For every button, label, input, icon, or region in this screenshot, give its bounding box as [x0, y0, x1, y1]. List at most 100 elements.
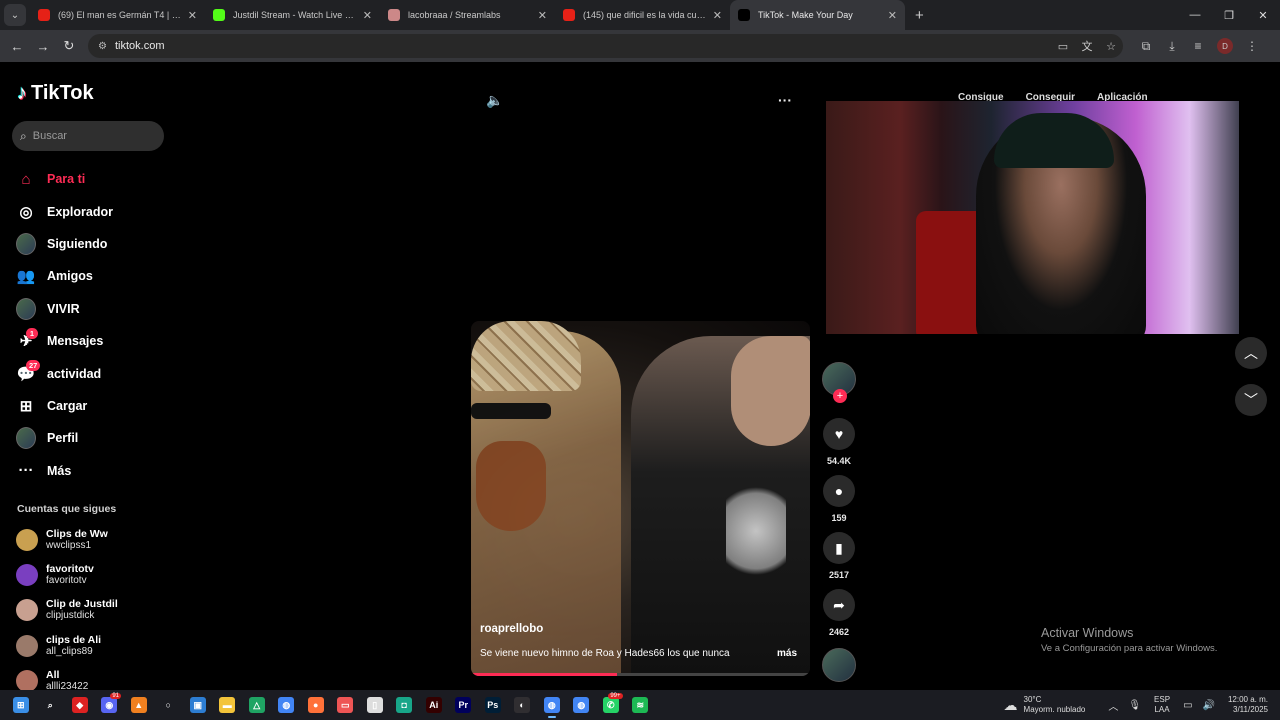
share-icon[interactable]: ➦	[823, 589, 855, 621]
url-text[interactable]: tiktok.com	[115, 40, 1051, 52]
maximize-icon[interactable]: ❐	[1212, 0, 1246, 30]
taskbar-app[interactable]: ◍	[272, 690, 302, 720]
tab-list: (69) El man es Germán T4 | Capítul✕Justd…	[30, 0, 905, 30]
back-icon[interactable]: ←	[4, 39, 30, 54]
taskbar-app[interactable]: ▭	[331, 690, 361, 720]
show-hidden-icons[interactable]: ︿	[1108, 698, 1118, 713]
download-icon[interactable]: ⤓	[1159, 39, 1185, 54]
minimize-icon[interactable]: —	[1178, 0, 1212, 30]
forward-icon[interactable]: →	[30, 39, 56, 54]
browser-tab[interactable]: (69) El man es Germán T4 | Capítul ✕	[30, 0, 205, 30]
taskbar-app[interactable]: ○	[154, 690, 184, 720]
weather-widget[interactable]: ☁ 30°C Mayorm. nublado	[1004, 695, 1086, 715]
profile-avatar[interactable]: D	[1217, 38, 1233, 54]
browser-menu-icon[interactable]: ⋮	[1239, 39, 1265, 53]
video-author[interactable]: roaprellobo	[480, 623, 543, 635]
sound-avatar[interactable]	[822, 648, 856, 682]
browser-tab[interactable]: (145) que dificil es la vida cuando ✕	[555, 0, 730, 30]
taskbar-app[interactable]: Ps	[478, 690, 508, 720]
tab-title: TikTok - Make Your Day	[758, 10, 853, 20]
taskbar-app[interactable]: ⊞	[6, 690, 36, 720]
sidebar-item-para-ti[interactable]: ⌂ Para ti	[16, 163, 113, 195]
sidebar-item-siguiendo[interactable]: Siguiendo	[16, 228, 113, 260]
heart-icon[interactable]: ♥	[823, 418, 855, 450]
taskbar-app[interactable]: ◍	[567, 690, 597, 720]
media-controls-icon[interactable]: ≡	[1185, 39, 1211, 53]
next-video-button[interactable]: ﹀	[1235, 384, 1267, 416]
taskbar-app[interactable]: ◆	[65, 690, 95, 720]
sidebar-item-explorador[interactable]: ◎ Explorador	[16, 195, 113, 227]
input-language[interactable]: ESP LAA	[1154, 695, 1170, 715]
clock[interactable]: 12:00 a. m. 3/11/2025	[1228, 695, 1268, 715]
account-avatar	[16, 563, 38, 586]
translate-icon[interactable]: 文	[1075, 38, 1099, 54]
extensions-icon[interactable]: ⧉	[1133, 39, 1159, 54]
more-button[interactable]: más	[777, 648, 797, 659]
microphone-icon[interactable]: 🎙	[1128, 700, 1141, 711]
reload-icon[interactable]: ↻	[56, 38, 82, 54]
browser-tab[interactable]: TikTok - Make Your Day ✕	[730, 0, 905, 30]
sidebar-item-cargar[interactable]: ⊞ Cargar	[16, 390, 113, 422]
network-icon[interactable]: ▭	[1183, 700, 1192, 711]
bookmark-icon[interactable]: ▮	[823, 532, 855, 564]
search-input[interactable]	[32, 130, 143, 142]
sidebar-item-vivir[interactable]: VIVIR	[16, 293, 113, 325]
video-player[interactable]: roaprellobo Se viene nuevo himno de Roa …	[471, 321, 810, 676]
tab-close-icon[interactable]: ✕	[363, 9, 372, 22]
tab-search-button[interactable]: ⌄	[4, 4, 26, 26]
site-info-icon[interactable]: ⚙	[98, 41, 107, 52]
video-progress-bar[interactable]	[471, 673, 810, 676]
taskbar-app[interactable]: ▬	[213, 690, 243, 720]
tab-close-icon[interactable]: ✕	[713, 9, 722, 22]
account-name: All	[46, 668, 60, 681]
taskbar-app[interactable]: ◐	[508, 690, 538, 720]
cast-icon[interactable]: ▭	[1051, 40, 1075, 53]
taskbar-app[interactable]: ≋	[626, 690, 656, 720]
taskbar-app[interactable]: Ai	[419, 690, 449, 720]
taskbar-app[interactable]: ⌕	[36, 690, 66, 720]
taskbar-app[interactable]: ✆ 99+	[596, 690, 626, 720]
comment-icon[interactable]: ●	[823, 475, 855, 507]
taskbar-app[interactable]: ◉ 91	[95, 690, 125, 720]
address-bar[interactable]: ⚙ tiktok.com ▭ 文 ☆	[88, 34, 1123, 58]
creator-avatar[interactable]: +	[822, 362, 856, 403]
sidebar-item-mensajes[interactable]: ✈ 1 Mensajes	[16, 325, 113, 357]
video-options-icon[interactable]: ···	[778, 92, 792, 108]
sidebar-item-más[interactable]: ··· Más	[16, 455, 113, 487]
taskbar-app[interactable]: △	[242, 690, 272, 720]
volume-icon[interactable]: 🔈	[486, 92, 503, 109]
weather-desc: Mayorm. nublado	[1023, 705, 1086, 714]
taskbar-app[interactable]: ▣	[183, 690, 213, 720]
taskbar-app[interactable]: ▲	[124, 690, 154, 720]
app-orange-icon: ▲	[130, 697, 147, 713]
chrome-active-icon: ◍	[543, 697, 560, 713]
sidebar-item-actividad[interactable]: 💬 27 actividad	[16, 357, 113, 389]
following-account[interactable]: Clip de Justdil clipjustdick	[16, 593, 118, 628]
search-box[interactable]: ⌕	[12, 121, 164, 151]
following-account[interactable]: clips de Ali all_clips89	[16, 628, 118, 663]
taskbar-app[interactable]: ◘	[390, 690, 420, 720]
taskbar-app[interactable]: ◍	[537, 690, 567, 720]
browser-tab[interactable]: lacobraaa / Streamlabs ✕	[380, 0, 555, 30]
new-tab-button[interactable]: +	[915, 7, 924, 24]
taskbar-app[interactable]: Pr	[449, 690, 479, 720]
following-account[interactable]: Clips de Ww wwclipss1	[16, 522, 118, 557]
previous-video-button[interactable]: ︿	[1235, 337, 1267, 369]
follow-plus-icon[interactable]: +	[833, 389, 847, 403]
tab-close-icon[interactable]: ✕	[538, 9, 547, 22]
bookmark-star-icon[interactable]: ☆	[1099, 40, 1123, 53]
sidebar-item-amigos[interactable]: 👥 Amigos	[16, 260, 113, 292]
browser-tab[interactable]: Justdil Stream - Watch Live on Kick ✕	[205, 0, 380, 30]
volume-tray-icon[interactable]: 🔊	[1203, 700, 1215, 711]
taskbar-app[interactable]: ●	[301, 690, 331, 720]
following-account[interactable]: favoritotv favoritotv	[16, 557, 118, 592]
tiktok-logo[interactable]: ♪ TikTok	[17, 82, 94, 105]
tab-close-icon[interactable]: ✕	[888, 9, 897, 22]
tiktok-page: ♪ TikTok ⌕ ⌂ Para ti ◎ Explorador Siguiendo 👥…	[0, 62, 1280, 692]
sidebar-item-perfil[interactable]: Perfil	[16, 422, 113, 454]
browser-tab-strip: ⌄ (69) El man es Germán T4 | Capítul✕Jus…	[0, 0, 1280, 30]
close-window-icon[interactable]: ✕	[1246, 0, 1280, 30]
taskbar-app[interactable]: ▯	[360, 690, 390, 720]
tab-close-icon[interactable]: ✕	[188, 9, 197, 22]
store-icon: ▣	[189, 697, 206, 713]
